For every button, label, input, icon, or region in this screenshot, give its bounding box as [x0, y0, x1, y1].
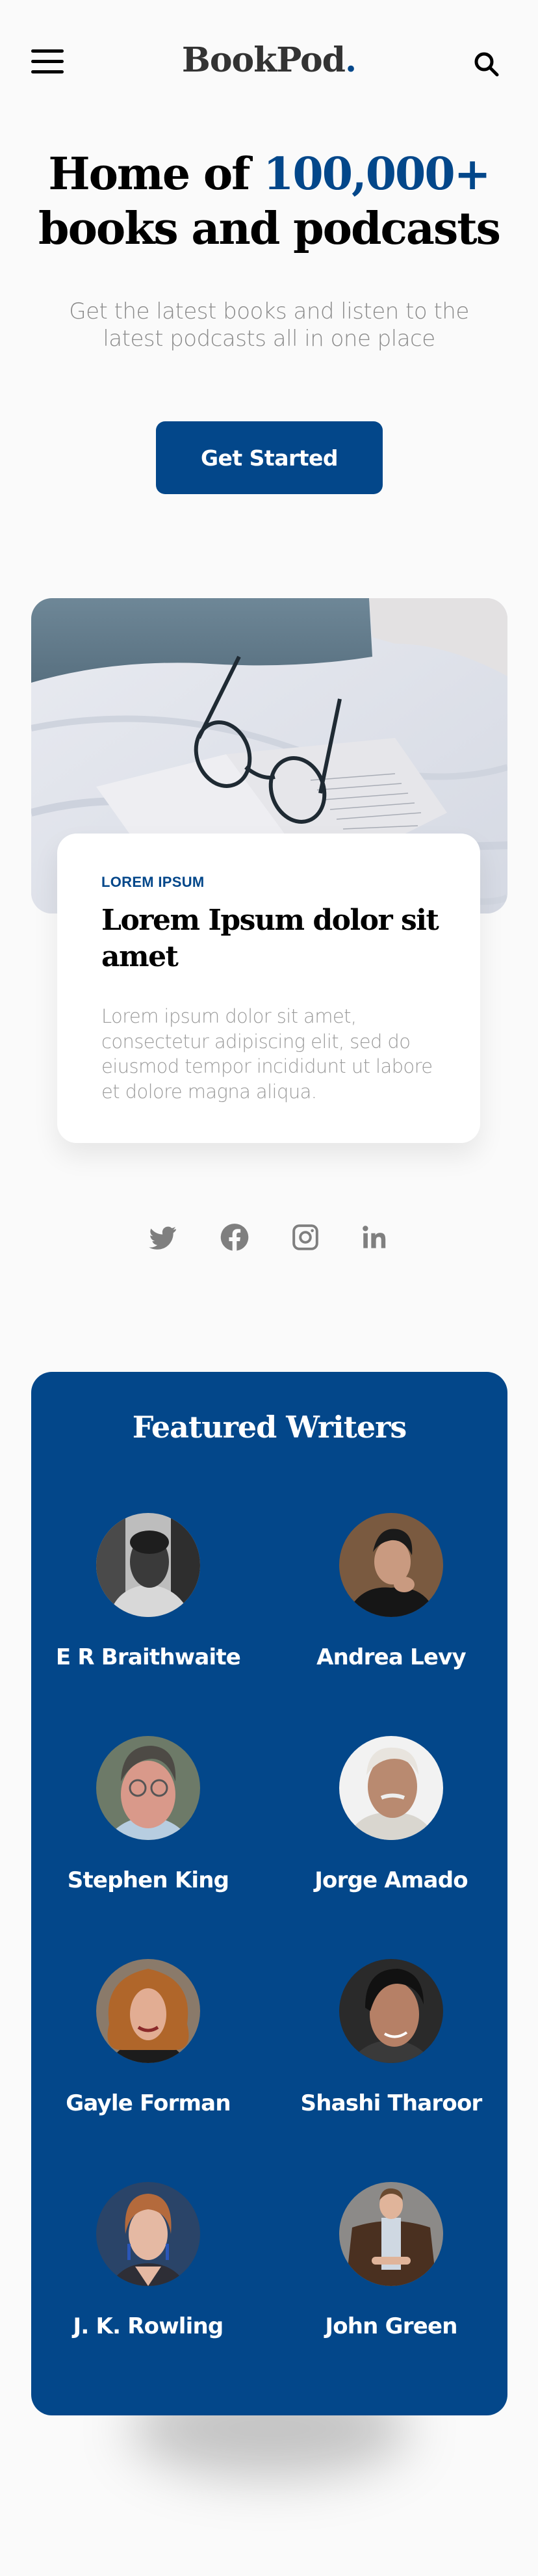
- logo-text: BookPod: [181, 40, 346, 80]
- search-icon[interactable]: [470, 48, 503, 81]
- avatar: [96, 2182, 200, 2286]
- linkedin-icon: [363, 1226, 386, 1248]
- writer-name: Andrea Levy: [316, 1644, 467, 1670]
- writer-name: Shashi Tharoor: [300, 2090, 483, 2116]
- writer-card[interactable]: Andrea Levy: [294, 1513, 489, 1708]
- card-kicker: LOREM IPSUM: [101, 874, 205, 890]
- instagram-icon: [292, 1224, 318, 1250]
- hero-subtitle: Get the latest books and listen to the l…: [69, 298, 469, 352]
- twitter-icon: [149, 1226, 176, 1250]
- writer-name: Jorge Amado: [314, 1867, 468, 1893]
- avatar: [96, 1736, 200, 1840]
- instagram-link[interactable]: [288, 1220, 323, 1255]
- headline-accent: 100,000+: [263, 148, 491, 200]
- linkedin-link[interactable]: [358, 1220, 393, 1255]
- logo[interactable]: BookPod.: [0, 38, 538, 83]
- featured-writers-title: Featured Writers: [132, 1410, 407, 1445]
- get-started-button[interactable]: Get Started: [156, 421, 383, 494]
- twitter-link[interactable]: [145, 1220, 180, 1255]
- card-title[interactable]: Lorem Ipsum dolor sit amet: [101, 902, 452, 975]
- writer-card[interactable]: Shashi Tharoor: [294, 1959, 489, 2154]
- card-body: Lorem ipsum dolor sit amet, consectetur …: [101, 1005, 433, 1103]
- writer-name: E R Braithwaite: [55, 1644, 241, 1670]
- writer-card[interactable]: J. K. Rowling: [51, 2182, 246, 2377]
- headline-prefix: Home of: [48, 148, 264, 200]
- hero-headline: Home of 100,000+ books and podcasts: [13, 147, 525, 256]
- writer-name: Stephen King: [67, 1867, 229, 1893]
- feature-card[interactable]: LOREM IPSUM Lorem Ipsum dolor sit amet L…: [57, 834, 480, 1143]
- headline-suffix: books and podcasts: [38, 203, 501, 255]
- writer-card[interactable]: Jorge Amado: [294, 1736, 489, 1931]
- facebook-link[interactable]: [217, 1220, 252, 1255]
- avatar: [339, 2182, 443, 2286]
- logo-dot: .: [345, 40, 357, 80]
- avatar: [339, 1513, 443, 1617]
- avatar: [339, 1736, 443, 1840]
- avatar: [96, 1959, 200, 2063]
- writer-card[interactable]: E R Braithwaite: [51, 1513, 246, 1708]
- writer-card[interactable]: John Green: [294, 2182, 489, 2377]
- featured-writers-panel: Featured Writers E R Braithwaite Andrea …: [31, 1372, 507, 2415]
- writer-card[interactable]: Stephen King: [51, 1736, 246, 1931]
- avatar: [339, 1959, 443, 2063]
- facebook-icon: [220, 1224, 249, 1251]
- avatar: [96, 1513, 200, 1617]
- writer-name: Gayle Forman: [66, 2090, 231, 2116]
- writer-name: J. K. Rowling: [73, 2313, 224, 2339]
- writer-name: John Green: [325, 2313, 457, 2339]
- writer-card[interactable]: Gayle Forman: [51, 1959, 246, 2154]
